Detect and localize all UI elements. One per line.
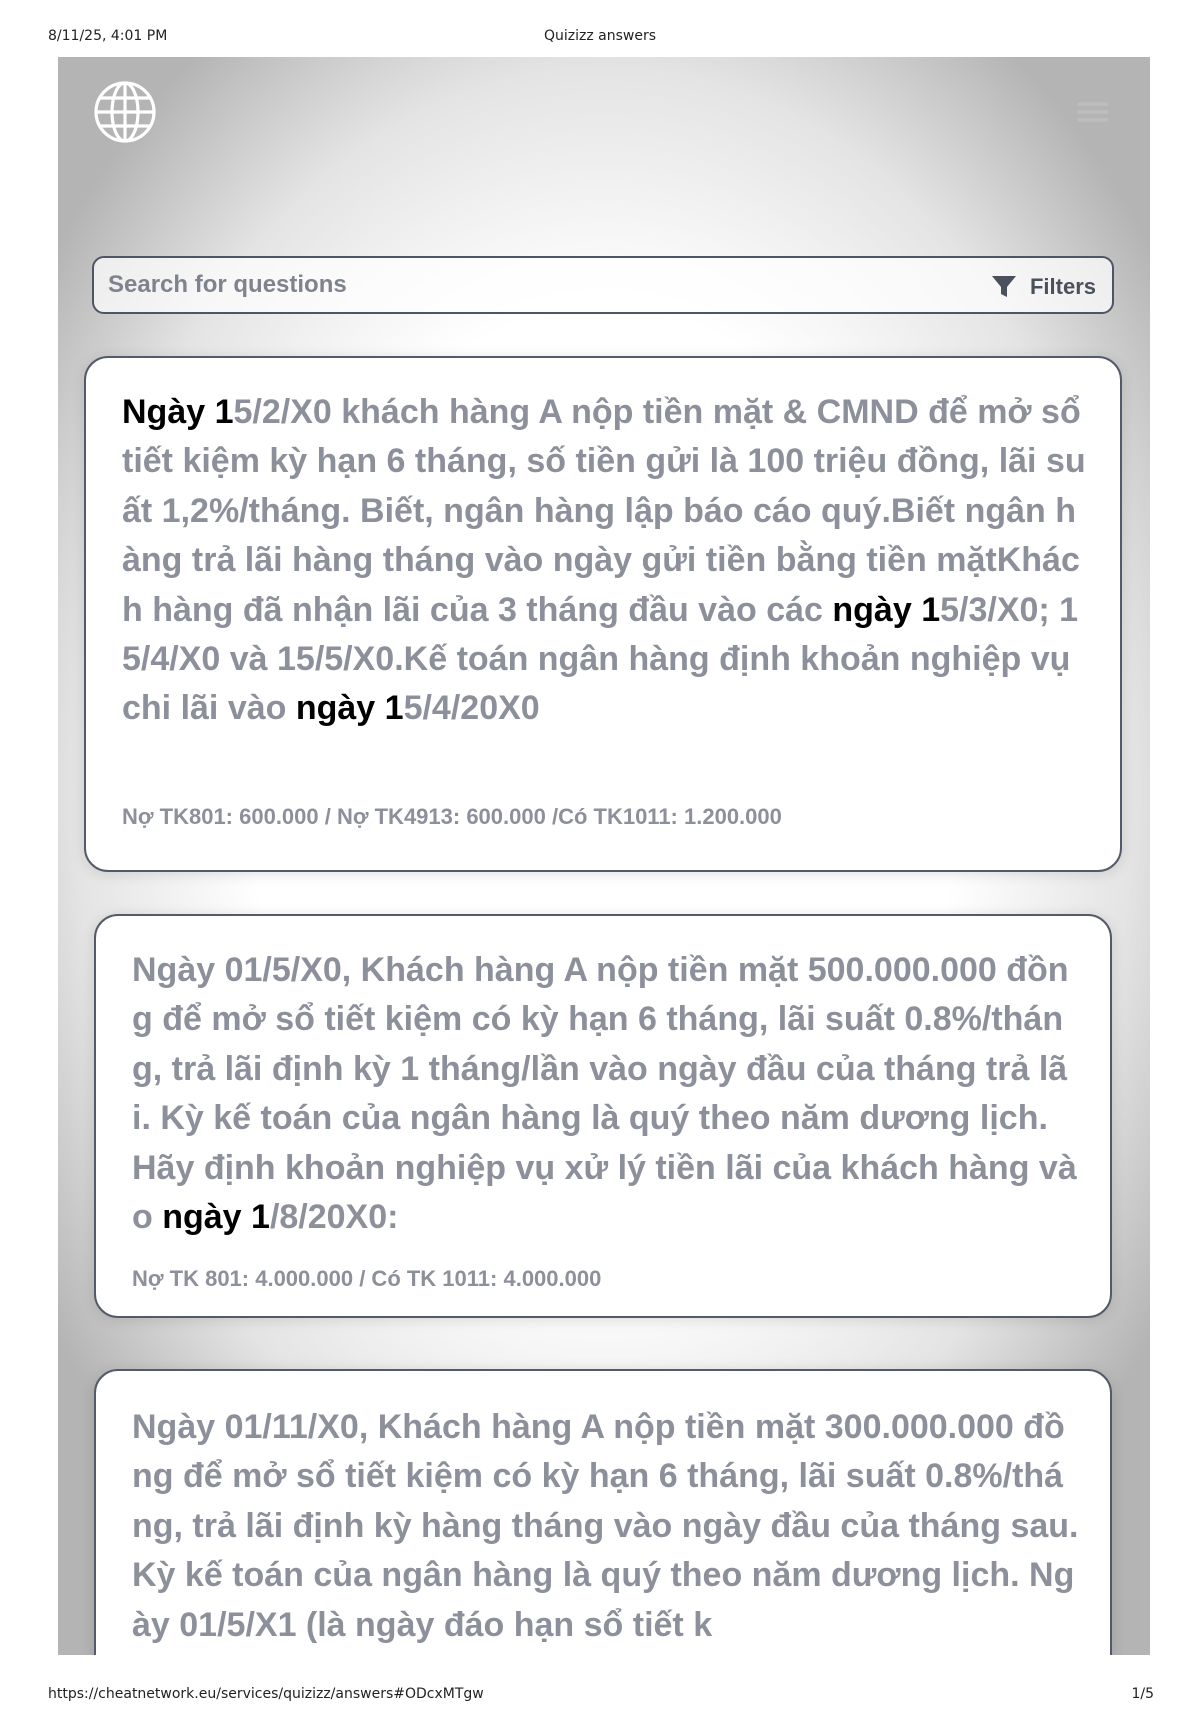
filters-button[interactable]: Filters bbox=[990, 272, 1096, 302]
question-text: Ngày 01/5/X0, Khách hàng A nộp tiền mặt … bbox=[132, 946, 1080, 1242]
answer-text: Nợ TK801: 600.000 / Nợ TK4913: 600.000 /… bbox=[122, 804, 782, 829]
print-footer: https://cheatnetwork.eu/services/quizizz… bbox=[0, 1686, 1200, 1710]
question-text: Ngày 01/11/X0, Khách hàng A nộp tiền mặt… bbox=[132, 1403, 1080, 1650]
answer-text: Nợ TK 801: 4.000.000 / Có TK 1011: 4.000… bbox=[132, 1266, 602, 1291]
question-segment: Ngày 01/11/X0, Khách hàng A nộp tiền mặt… bbox=[132, 1408, 1079, 1644]
hamburger-menu-icon[interactable] bbox=[1076, 99, 1110, 125]
question-card[interactable]: Ngày 01/11/X0, Khách hàng A nộp tiền mặt… bbox=[94, 1369, 1112, 1655]
filters-label: Filters bbox=[1029, 274, 1096, 299]
question-card[interactable]: Ngày 01/5/X0, Khách hàng A nộp tiền mặt … bbox=[94, 914, 1112, 1318]
print-url: https://cheatnetwork.eu/services/quizizz… bbox=[48, 1686, 484, 1702]
page-viewport: Filters Ngày 15/2/X0 khách hàng A nộp ti… bbox=[58, 57, 1150, 1655]
question-segment: 5/4/20X0 bbox=[403, 689, 540, 728]
question-segment: Ngày 01/5/X0, Khách hàng A nộp tiền mặt … bbox=[132, 951, 1077, 1237]
search-highlight: ngày 1 bbox=[832, 590, 941, 629]
question-segment: /8/20X0: bbox=[269, 1198, 399, 1237]
print-page-number: 1/5 bbox=[1131, 1686, 1154, 1702]
search-input[interactable] bbox=[108, 266, 908, 304]
question-text: Ngày 15/2/X0 khách hàng A nộp tiền mặt &… bbox=[122, 388, 1090, 734]
question-card[interactable]: Ngày 15/2/X0 khách hàng A nộp tiền mặt &… bbox=[84, 356, 1122, 872]
search-highlight: Ngày 1 bbox=[122, 393, 234, 431]
search-highlight: ngày 1 bbox=[295, 689, 404, 728]
print-header: 8/11/25, 4:01 PM Quizizz answers bbox=[0, 28, 1200, 52]
globe-icon[interactable] bbox=[92, 79, 158, 145]
search-bar: Filters bbox=[92, 256, 1114, 314]
print-page-title: Quizizz answers bbox=[543, 28, 657, 44]
funnel-icon bbox=[991, 276, 1016, 297]
search-highlight: ngày 1 bbox=[162, 1198, 270, 1237]
